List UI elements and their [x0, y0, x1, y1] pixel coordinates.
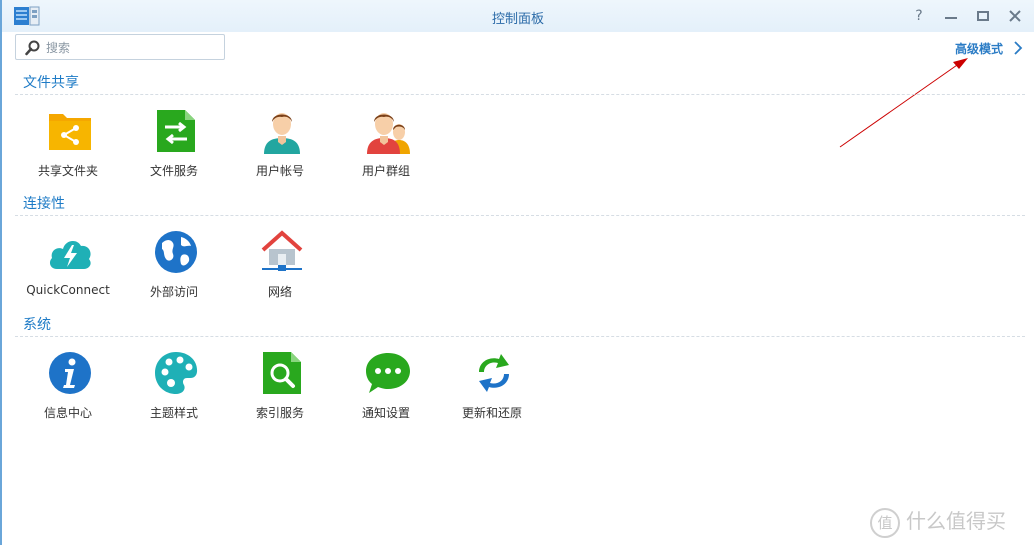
item-external-access[interactable]: 外部访问: [124, 229, 224, 309]
maximize-button[interactable]: [973, 6, 993, 26]
item-label: 文件服务: [149, 164, 198, 178]
user-icon: [264, 113, 300, 154]
search-icon: [25, 40, 40, 56]
annotation-arrow: [839, 58, 968, 148]
search-input[interactable]: [44, 38, 223, 58]
section-divider: [15, 94, 1025, 95]
watermark-text: 什么值得买: [906, 509, 1006, 533]
chevron-right-icon: [1014, 41, 1023, 55]
notification-chat-icon: [366, 353, 410, 393]
item-shared-folder[interactable]: 共享文件夹: [18, 108, 118, 188]
external-access-globe-icon: [155, 231, 197, 273]
close-button[interactable]: [1005, 6, 1025, 26]
indexing-service-icon: [263, 352, 301, 394]
item-label: 通知设置: [361, 406, 410, 420]
search-box[interactable]: [15, 34, 225, 60]
theme-palette-icon: [155, 352, 198, 394]
section-divider: [15, 336, 1025, 337]
item-theme[interactable]: 主题样式: [124, 350, 224, 430]
item-quickconnect[interactable]: QuickConnect: [18, 229, 118, 309]
item-indexing-service[interactable]: 索引服务: [230, 350, 330, 430]
close-icon: [1009, 10, 1021, 22]
item-label: 用户帐号: [255, 164, 304, 178]
item-network[interactable]: 网络: [230, 229, 330, 309]
item-label: 用户群组: [361, 164, 410, 178]
update-restore-icon: [479, 354, 509, 392]
user-group-icon: [367, 113, 410, 154]
item-label: 外部访问: [149, 285, 198, 299]
watermark: 值什么值得买: [870, 505, 1006, 538]
window-title: 控制面板: [491, 12, 544, 27]
item-label: 更新和还原: [461, 406, 522, 420]
item-label: 网络: [267, 285, 292, 299]
item-user-group[interactable]: 用户群组: [336, 108, 436, 188]
info-center-icon: [49, 352, 91, 394]
section-title-system: 系统: [23, 317, 51, 333]
question-icon: ?: [915, 8, 923, 24]
item-label: 索引服务: [255, 406, 304, 420]
item-update-restore[interactable]: 更新和还原: [442, 350, 542, 430]
maximize-icon: [977, 11, 989, 21]
item-info-center[interactable]: 信息中心: [18, 350, 118, 430]
file-services-icon: [157, 110, 195, 152]
advanced-mode-label: 高级模式: [955, 42, 1004, 56]
help-button[interactable]: ?: [909, 6, 929, 26]
section-title-connectivity: 连接性: [23, 196, 65, 212]
item-file-services[interactable]: 文件服务: [124, 108, 224, 188]
shared-folder-icon: [49, 114, 91, 150]
item-label: 共享文件夹: [37, 164, 98, 178]
section-divider: [15, 215, 1025, 216]
watermark-badge: 值: [870, 507, 900, 538]
section-title-file-sharing: 文件共享: [23, 75, 79, 91]
minimize-button[interactable]: [941, 6, 961, 26]
network-house-icon: [261, 230, 303, 271]
control-panel-window: 控制面板 ? 高级模式 文件共享: [0, 0, 1034, 545]
item-user-account[interactable]: 用户帐号: [230, 108, 330, 188]
title-bar[interactable]: 控制面板 ?: [2, 0, 1034, 32]
item-notification[interactable]: 通知设置: [336, 350, 436, 430]
quickconnect-icon: [49, 240, 91, 269]
item-label: 信息中心: [43, 406, 92, 420]
item-label: 主题样式: [149, 406, 198, 420]
minimize-icon: [945, 17, 957, 19]
item-label: QuickConnect: [26, 283, 110, 297]
